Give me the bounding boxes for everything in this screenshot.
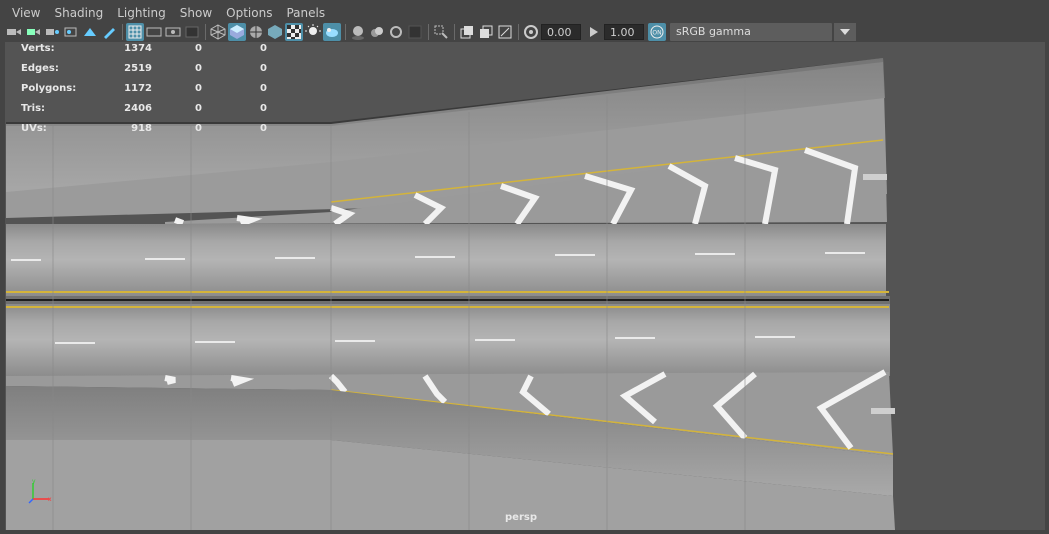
bottom-end-cap [871, 408, 895, 414]
hud-label: UVs: [21, 123, 47, 134]
hud-row-verts: Verts: 1374 0 0 [21, 43, 281, 63]
menu-lighting[interactable]: Lighting [110, 3, 173, 23]
panel-menu-bar: View Shading Lighting Show Options Panel… [5, 3, 332, 23]
hud-value: 0 [195, 123, 202, 134]
hud-row-edges: Edges: 2519 0 0 [21, 63, 281, 83]
hud-label: Verts: [21, 43, 55, 54]
toolbar-separator [428, 24, 429, 40]
select-camera-icon[interactable] [5, 23, 23, 41]
hud-value: 0 [195, 83, 202, 94]
textured-icon[interactable] [285, 23, 303, 41]
toolbar-separator [454, 24, 455, 40]
panel-toolbar: 0.00 1.00 ON sRGB gamma [5, 22, 1045, 42]
svg-text:y: y [32, 479, 36, 485]
grease-pencil-icon[interactable] [100, 23, 118, 41]
film-gate-icon[interactable] [145, 23, 163, 41]
screen-space-ao-icon[interactable] [368, 23, 386, 41]
default-material-icon[interactable] [266, 23, 284, 41]
top-end-cap [863, 174, 887, 180]
toolbar-separator [205, 24, 206, 40]
axis-gizmo-icon: y x [28, 479, 52, 504]
exposure-icon[interactable] [522, 23, 540, 41]
image-plane-icon[interactable] [62, 23, 80, 41]
toolbar-separator [345, 24, 346, 40]
backface-culling-icon[interactable] [496, 23, 514, 41]
2d-pan-zoom-icon[interactable] [81, 23, 99, 41]
toolbar-separator [122, 24, 123, 40]
hud-value: 918 [131, 123, 152, 134]
menu-options[interactable]: Options [219, 3, 279, 23]
color-management-icon[interactable]: ON [648, 23, 666, 41]
poly-count-hud: Verts: 1374 0 0 Edges: 2519 0 0 Polygons… [21, 43, 281, 143]
hud-value: 1374 [124, 43, 152, 54]
hud-row-uvs: UVs: 918 0 0 [21, 123, 281, 143]
svg-text:x: x [48, 496, 52, 503]
3d-viewport[interactable]: Verts: 1374 0 0 Edges: 2519 0 0 Polygons… [5, 42, 1045, 530]
hud-value: 2406 [124, 103, 152, 114]
grid-icon[interactable] [126, 23, 144, 41]
hud-value: 0 [195, 63, 202, 74]
multisample-aa-icon[interactable] [406, 23, 424, 41]
camera-name-label: persp [505, 512, 537, 523]
hud-value: 0 [260, 123, 267, 134]
hud-value: 0 [260, 43, 267, 54]
hud-value: 0 [195, 103, 202, 114]
xray-icon[interactable] [304, 23, 322, 41]
hud-label: Tris: [21, 103, 46, 114]
use-lights-icon[interactable] [323, 23, 341, 41]
motion-blur-icon[interactable] [387, 23, 405, 41]
hud-label: Edges: [21, 63, 59, 74]
hud-row-tris: Tris: 2406 0 0 [21, 103, 281, 123]
exposure-field[interactable]: 0.00 [541, 24, 581, 40]
gamma-icon[interactable] [585, 23, 603, 41]
isolate-select-icon[interactable] [432, 23, 450, 41]
lower-lanes [6, 304, 890, 376]
hud-value: 0 [260, 103, 267, 114]
hud-row-polygons: Polygons: 1172 0 0 [21, 83, 281, 103]
svg-text:ON: ON [652, 30, 661, 37]
wireframe-icon[interactable] [209, 23, 227, 41]
xray-joints-icon[interactable] [458, 23, 476, 41]
gate-mask-icon[interactable] [183, 23, 201, 41]
menu-show[interactable]: Show [173, 3, 219, 23]
toolbar-separator [518, 24, 519, 40]
smooth-shade-icon[interactable] [228, 23, 246, 41]
maya-viewport-panel: View Shading Lighting Show Options Panel… [0, 0, 1049, 534]
color-space-select[interactable]: sRGB gamma [670, 23, 832, 41]
bookmark-icon[interactable] [43, 23, 61, 41]
resolution-gate-icon[interactable] [164, 23, 182, 41]
hud-value: 0 [260, 83, 267, 94]
menu-shading[interactable]: Shading [47, 3, 110, 23]
gamma-field[interactable]: 1.00 [604, 24, 644, 40]
hud-value: 2519 [124, 63, 152, 74]
hud-label: Polygons: [21, 83, 77, 94]
menu-panels[interactable]: Panels [279, 3, 332, 23]
chevron-down-icon[interactable] [834, 23, 856, 41]
hud-value: 1172 [124, 83, 152, 94]
menu-view[interactable]: View [5, 3, 47, 23]
hud-value: 0 [195, 43, 202, 54]
xray-active-icon[interactable] [477, 23, 495, 41]
shadows-icon[interactable] [349, 23, 367, 41]
camera-attributes-icon[interactable] [24, 23, 42, 41]
upper-lanes [6, 224, 886, 296]
hud-value: 0 [260, 63, 267, 74]
wireframe-on-shaded-icon[interactable] [247, 23, 265, 41]
